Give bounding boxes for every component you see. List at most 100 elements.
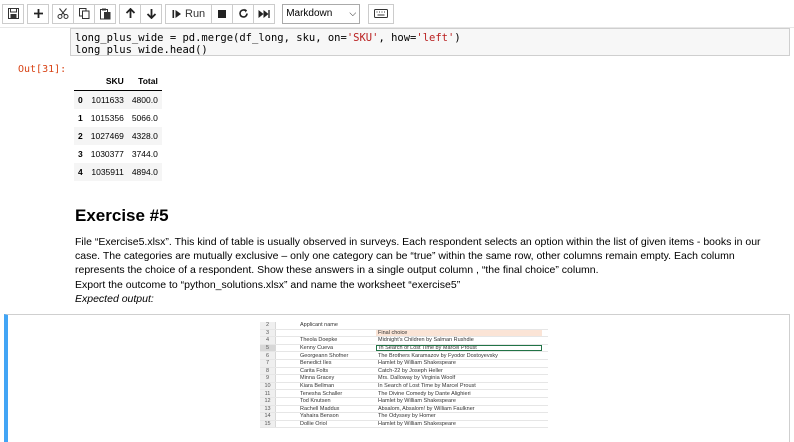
total-cell: 5066.0 <box>131 113 158 123</box>
plus-icon <box>33 9 43 18</box>
applicant-name: Tod Knutsen <box>300 398 331 405</box>
final-choice: Hamlet by William Shakespeare <box>378 398 456 405</box>
arrow-up-icon <box>125 8 135 18</box>
cell-type-select[interactable]: Markdown ⌵ <box>282 3 361 24</box>
exercise-heading: Exercise #5 <box>75 206 169 225</box>
row-number: 9 <box>260 375 276 382</box>
applicant-name: Kiara Bellman <box>300 383 335 390</box>
sheet-header-choice: Final choice <box>376 329 542 337</box>
dataframe-header-row: SKU Total <box>74 72 162 91</box>
final-choice: Midnight's Children by Salman Rushdie <box>378 337 474 344</box>
final-choice: The Odyssey by Homer <box>378 413 436 420</box>
table-row: 3 1030377 3744.0 <box>74 145 162 163</box>
description-paragraph: File “Exercise5.xlsx”. This kind of tabl… <box>75 236 761 277</box>
chevron-down-icon: ⌵ <box>349 8 357 18</box>
sheet-row: 12 Tod Knutsen Hamlet by William Shakesp… <box>260 397 548 406</box>
row-index: 4 <box>74 163 87 181</box>
row-number: 3 <box>260 329 276 337</box>
sku-cell: 1015356 <box>90 113 124 123</box>
row-number: 8 <box>260 367 276 375</box>
column-header: Total <box>127 72 162 91</box>
final-choice: Absalom, Absalom! by William Faulkner <box>378 405 475 412</box>
command-palette-button[interactable] <box>368 3 395 24</box>
sku-cell: 1027469 <box>86 127 128 145</box>
sheet-row: 3 Final choice <box>260 329 548 338</box>
row-number: 14 <box>260 413 276 420</box>
scissors-icon <box>57 8 69 19</box>
code-line-2: long_plus_wide.head() <box>75 44 208 56</box>
code-cell-input[interactable]: long_plus_wide = pd.merge(df_long, sku, … <box>70 28 790 56</box>
restart-button[interactable] <box>232 3 255 24</box>
final-choice: The Divine Comedy by Dante Alighieri <box>378 390 471 397</box>
code-text: long_plus_wide = pd.merge(df_long, sku, … <box>75 32 347 44</box>
row-number: 15 <box>260 420 276 428</box>
step-forward-icon <box>172 9 181 18</box>
applicant-name: Georgeann Shofner <box>300 352 349 359</box>
copy-button[interactable] <box>73 3 95 24</box>
floppy-icon <box>7 8 19 19</box>
row-number: 5 <box>260 344 276 352</box>
row-number: 7 <box>260 359 276 367</box>
row-number: 4 <box>260 337 276 344</box>
sheet-cell <box>376 322 542 329</box>
row-number: 12 <box>260 397 276 405</box>
sheet-row: 10 Kiara Bellman In Search of Lost Time … <box>260 382 548 391</box>
sheet-row: 8 Carita Folts Catch-22 by Joseph Heller <box>260 367 548 376</box>
clipboard-icon <box>99 8 110 19</box>
expected-output-spreadsheet: 2 Applicant name 3 Final choice 4 Theola… <box>260 322 548 429</box>
code-string: 'SKU' <box>346 32 379 44</box>
final-choice: In Search of Lost Time by Marcel Proust <box>376 344 542 352</box>
row-index: 1 <box>78 113 83 123</box>
sheet-row: 14 Yahaira Benson The Odyssey by Homer <box>260 413 548 421</box>
dataframe-output: SKU Total 0 1011633 4800.0 1 1015356 506… <box>74 72 162 181</box>
insert-cell-button[interactable] <box>27 3 49 24</box>
applicant-name: Kenny Cueva <box>300 345 334 352</box>
applicant-name: Tenesha Schaller <box>300 390 343 397</box>
stop-icon <box>218 9 227 18</box>
move-up-button[interactable] <box>119 3 141 24</box>
copy-icon <box>78 8 89 19</box>
row-number: 10 <box>260 382 276 390</box>
final-choice: Hamlet by William Shakespeare <box>378 421 456 428</box>
applicant-name: Dollie Oriol <box>300 421 327 428</box>
row-index: 2 <box>74 127 87 145</box>
run-button[interactable]: Run <box>165 3 213 24</box>
applicant-name: Theola Doepke <box>300 337 338 344</box>
row-number: 11 <box>260 390 276 397</box>
exercise-description: File “Exercise5.xlsx”. This kind of tabl… <box>75 235 780 306</box>
sku-cell: 1035911 <box>86 163 128 181</box>
final-choice: The Brothers Karamazov by Fyodor Dostoye… <box>378 352 498 359</box>
interrupt-button[interactable] <box>211 3 234 24</box>
sheet-row: 11 Tenesha Schaller The Divine Comedy by… <box>260 390 548 398</box>
applicant-name: Benedict Iles <box>300 360 332 367</box>
total-cell: 4800.0 <box>127 90 162 109</box>
table-row: 0 1011633 4800.0 <box>74 90 162 109</box>
sheet-row: 5 Kenny Cueva In Search of Lost Time by … <box>260 344 548 353</box>
total-cell: 3744.0 <box>131 149 158 159</box>
move-down-button[interactable] <box>140 3 162 24</box>
table-row: 4 1035911 4894.0 <box>74 163 162 181</box>
final-choice: Hamlet by William Shakespeare <box>378 360 456 367</box>
total-cell: 4328.0 <box>127 127 162 145</box>
save-button[interactable] <box>2 3 24 24</box>
index-header <box>74 72 87 91</box>
column-header: SKU <box>86 72 128 91</box>
row-number: 6 <box>260 352 276 359</box>
row-index: 3 <box>78 149 83 159</box>
sheet-header-name: Applicant name <box>300 322 338 329</box>
sheet-row: 13 Rachell Maddux Absalom, Absalom! by W… <box>260 405 548 414</box>
final-choice: Mrs. Dalloway by Virginia Woolf <box>378 375 456 382</box>
cut-button[interactable] <box>52 3 74 24</box>
keyboard-icon <box>374 9 389 18</box>
fast-forward-icon <box>258 9 270 18</box>
code-text: , how= <box>378 32 417 44</box>
paste-button[interactable] <box>94 3 116 24</box>
export-instruction: Export the outcome to “python_solutions.… <box>75 278 461 291</box>
restart-run-all-button[interactable] <box>253 3 276 24</box>
applicant-name: Carita Folts <box>300 367 329 374</box>
sheet-row: 2 Applicant name <box>260 322 548 330</box>
notebook-toolbar: Run Markdown ⌵ <box>0 0 794 28</box>
applicant-name: Minna Gracey <box>300 375 335 382</box>
arrow-down-icon <box>146 9 156 19</box>
expected-output-label: Expected output: <box>75 292 154 305</box>
